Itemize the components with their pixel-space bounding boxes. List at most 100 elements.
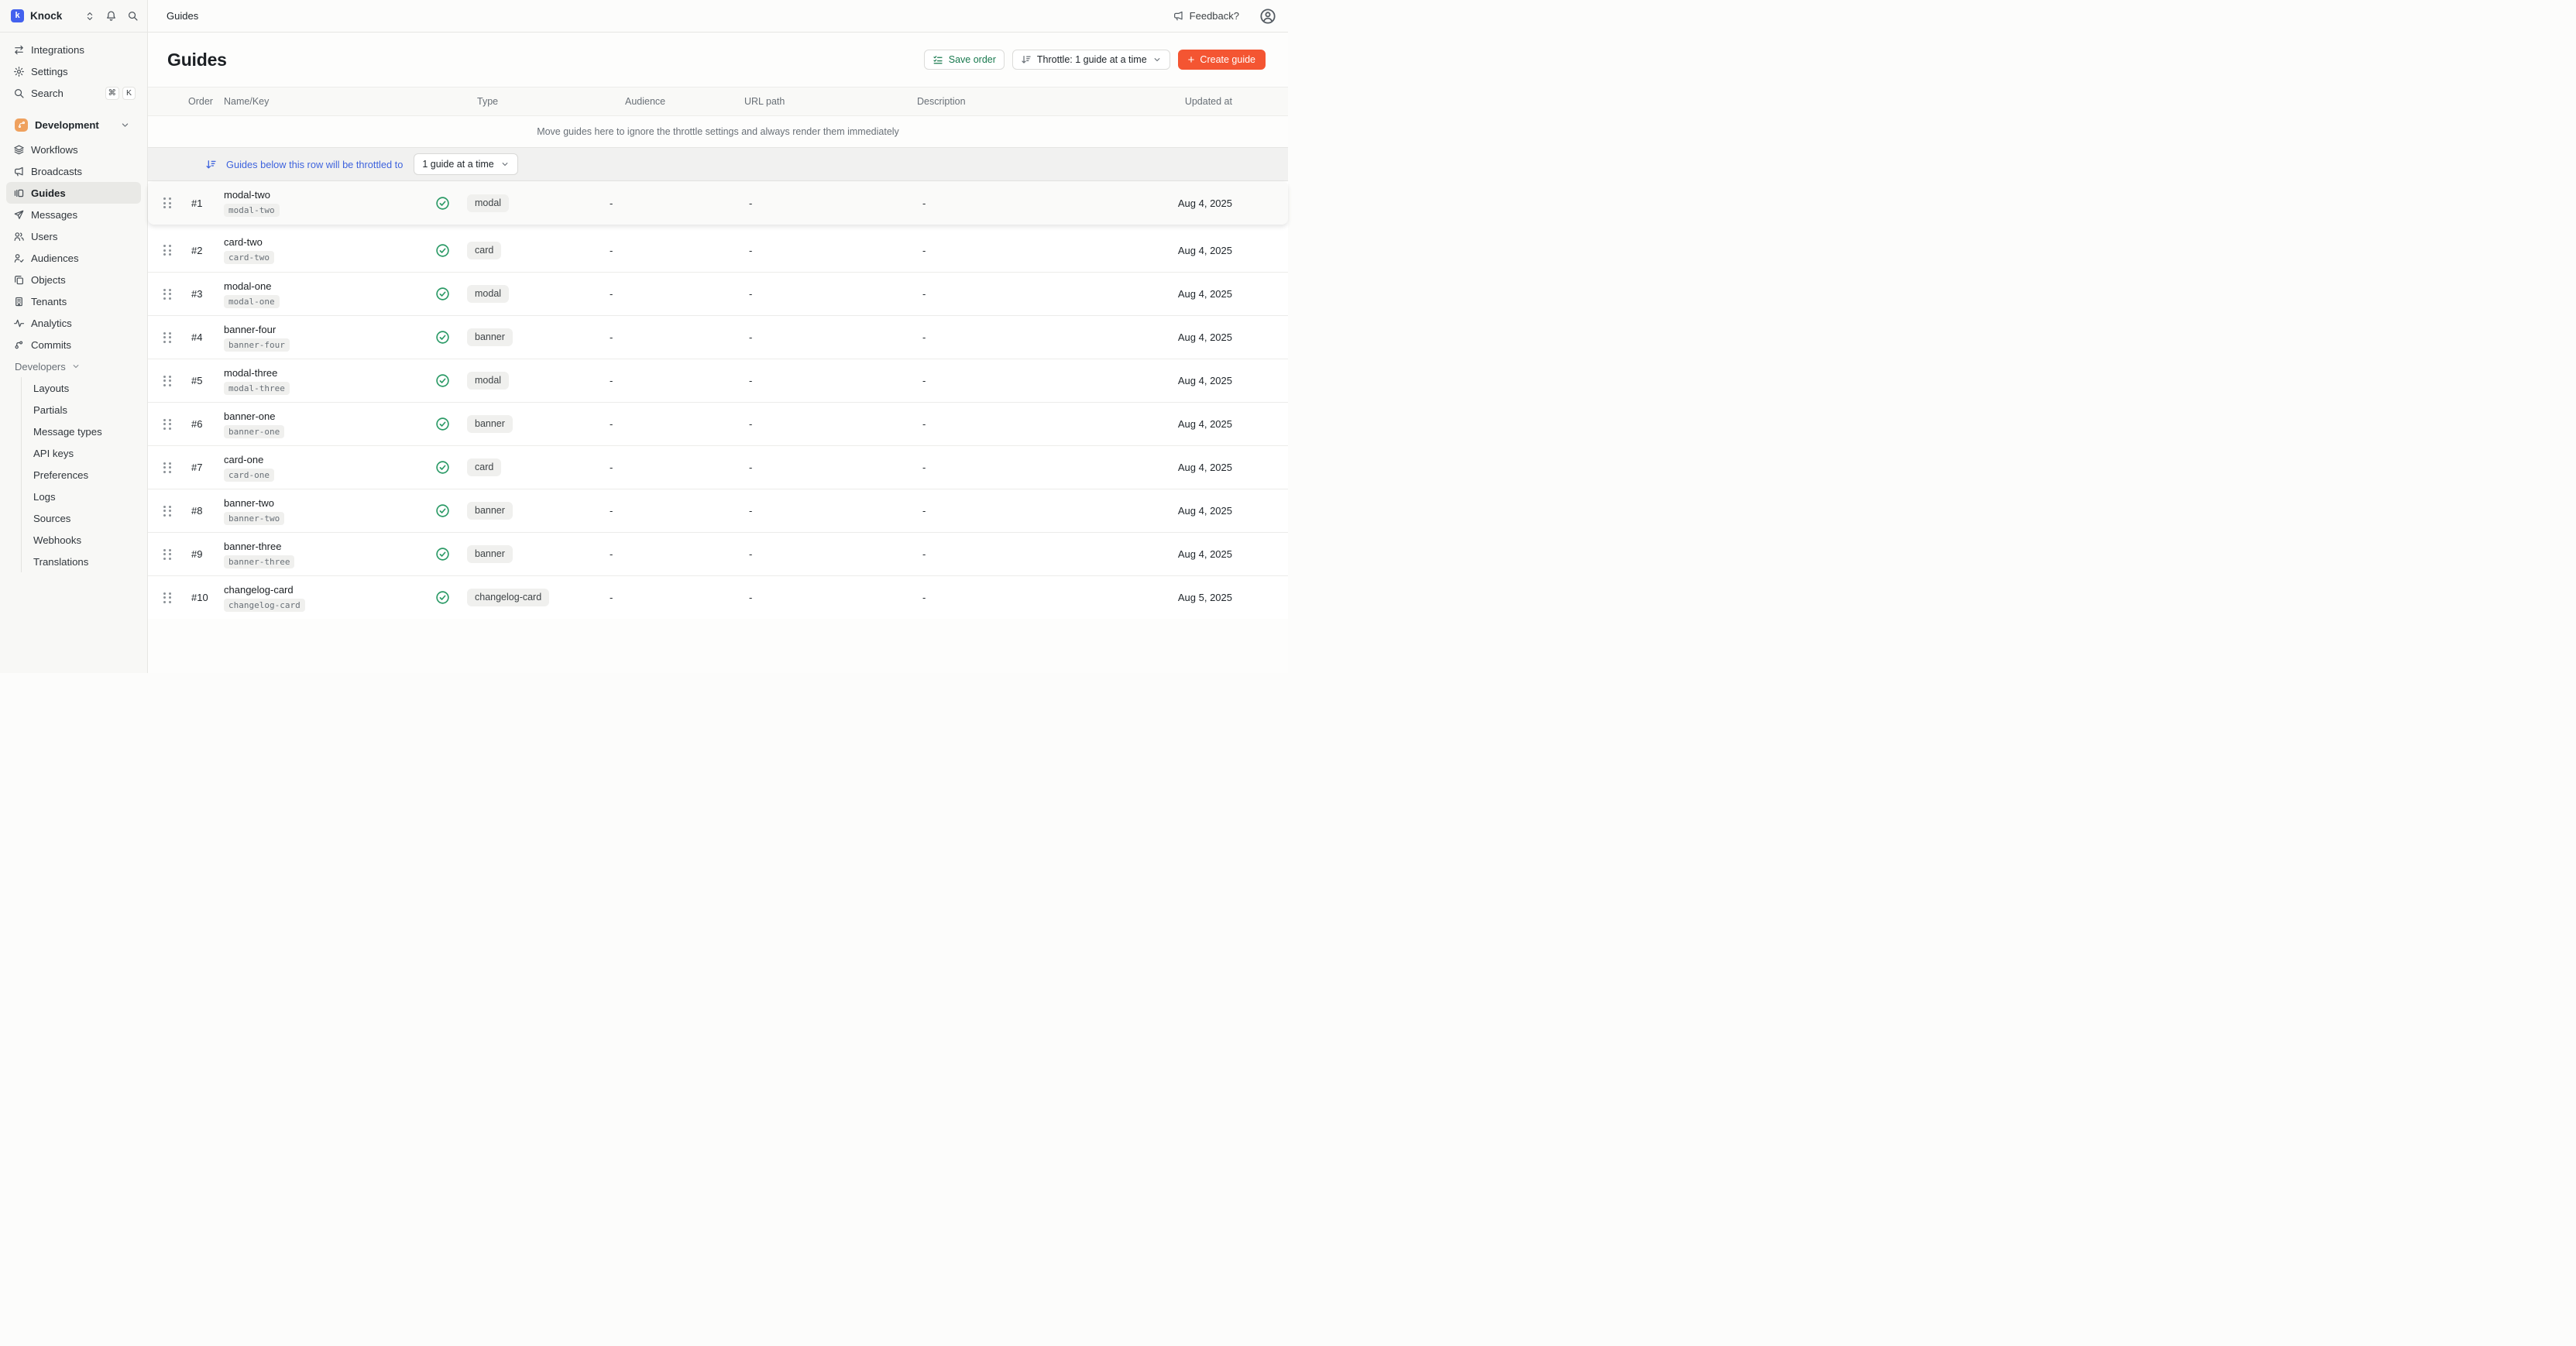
sidebar-item-preferences[interactable]: Preferences (22, 464, 147, 486)
url-path-cell: - (737, 592, 911, 603)
published-status-icon (435, 547, 450, 561)
throttle-dropdown-button[interactable]: Throttle: 1 guide at a time (1012, 50, 1170, 70)
sidebar-item-label: Workflows (31, 144, 78, 156)
table-row-banner-three[interactable]: #9 banner-three banner-three banner - - (148, 532, 1288, 575)
throttle-amount-value: 1 guide at a time (422, 159, 493, 170)
published-status-icon (435, 417, 450, 431)
sidebar-item-label: Messages (31, 209, 77, 221)
chevron-down-icon (71, 362, 81, 371)
sidebar-item-messages[interactable]: Messages (0, 204, 147, 225)
throttle-divider-row: Guides below this row will be throttled … (148, 147, 1288, 181)
audience-cell: - (605, 375, 737, 386)
description-cell: - (911, 375, 1143, 386)
sidebar-item-label: API keys (33, 448, 74, 459)
feedback-button[interactable]: Feedback? (1173, 10, 1239, 22)
commit-icon (13, 339, 25, 351)
drag-handle-icon[interactable] (163, 245, 171, 256)
notifications-bell-icon[interactable] (105, 10, 117, 22)
drag-handle-icon[interactable] (163, 197, 171, 208)
sidebar-item-webhooks[interactable]: Webhooks (22, 529, 147, 551)
updated-at-cell: Aug 4, 2025 (1143, 462, 1248, 473)
sidebar-item-broadcasts[interactable]: Broadcasts (0, 160, 147, 182)
user-avatar-button[interactable] (1259, 8, 1276, 25)
table-row-changelog-card[interactable]: #10 changelog-card changelog-card change… (148, 575, 1288, 619)
sidebar-item-logs[interactable]: Logs (22, 486, 147, 507)
url-path-cell: - (737, 548, 911, 560)
save-order-button[interactable]: Save order (924, 50, 1005, 70)
users-icon (13, 231, 25, 242)
url-path-cell: - (737, 197, 911, 209)
drag-handle-icon[interactable] (163, 549, 171, 560)
sidebar-item-api-keys[interactable]: API keys (22, 442, 147, 464)
table-header-row: Order Name/Key Type Audience URL path De… (148, 87, 1288, 116)
updated-at-cell: Aug 4, 2025 (1143, 505, 1248, 517)
guide-name: banner-two (224, 497, 274, 510)
sidebar-item-workflows[interactable]: Workflows (0, 139, 147, 160)
url-path-cell: - (737, 375, 911, 386)
create-guide-button[interactable]: + Create guide (1178, 50, 1266, 70)
audience-cell: - (605, 331, 737, 343)
sidebar-item-objects[interactable]: Objects (0, 269, 147, 290)
sidebar-item-label: Partials (33, 404, 67, 416)
column-header-audience: Audience (605, 96, 737, 107)
sidebar-section-developers[interactable]: Developers (0, 355, 147, 377)
sidebar-env-nav: Workflows Broadcasts Guides Messages Use… (0, 139, 147, 355)
sidebar-item-settings[interactable]: Settings (0, 60, 147, 82)
guide-key-badge: modal-three (224, 382, 290, 395)
sidebar-item-translations[interactable]: Translations (22, 551, 147, 572)
table-row-banner-four[interactable]: #4 banner-four banner-four banner - - (148, 315, 1288, 359)
sidebar-item-search[interactable]: Search ⌘K (0, 82, 147, 104)
url-path-cell: - (737, 245, 911, 256)
sidebar-item-label: Translations (33, 556, 88, 568)
sidebar-item-guides[interactable]: Guides (6, 182, 141, 204)
sidebar-item-label: Logs (33, 491, 56, 503)
table-row-banner-two[interactable]: #8 banner-two banner-two banner - - (148, 489, 1288, 532)
drag-handle-icon[interactable] (163, 376, 171, 386)
table-row-card-two[interactable]: #2 card-two card-two card - - (148, 228, 1288, 272)
list-check-icon (933, 54, 943, 65)
chevron-down-icon (1152, 55, 1162, 64)
sidebar: k Knock Integrations Settings (0, 0, 148, 673)
throttle-amount-select[interactable]: 1 guide at a time (414, 153, 517, 175)
sort-descending-icon (1021, 54, 1032, 65)
published-status-icon (435, 590, 450, 605)
drag-handle-icon[interactable] (163, 506, 171, 517)
sidebar-item-message-types[interactable]: Message types (22, 421, 147, 442)
building-icon (13, 296, 25, 307)
guide-key-badge: card-one (224, 469, 274, 482)
sidebar-item-sources[interactable]: Sources (22, 507, 147, 529)
drag-handle-icon[interactable] (163, 332, 171, 343)
sidebar-item-tenants[interactable]: Tenants (0, 290, 147, 312)
drag-handle-icon[interactable] (163, 419, 171, 430)
table-row-modal-one[interactable]: #3 modal-one modal-one modal - - (148, 272, 1288, 315)
sidebar-item-audiences[interactable]: Audiences (0, 247, 147, 269)
audience-cell: - (605, 592, 737, 603)
topbar: Guides Feedback? (148, 0, 1288, 33)
user-check-icon (13, 252, 25, 264)
workspace-switcher-icon[interactable] (84, 11, 95, 22)
sidebar-item-label: Search (31, 88, 64, 99)
drag-handle-icon[interactable] (163, 592, 171, 603)
environment-switcher[interactable]: Development (0, 114, 147, 136)
guide-type-badge: changelog-card (467, 589, 549, 606)
sidebar-item-layouts[interactable]: Layouts (22, 377, 147, 399)
updated-at-cell: Aug 4, 2025 (1143, 245, 1248, 256)
unthrottled-dropzone[interactable]: Move guides here to ignore the throttle … (148, 116, 1288, 147)
sidebar-item-analytics[interactable]: Analytics (0, 312, 147, 334)
table-row-card-one[interactable]: #7 card-one card-one card - - (148, 445, 1288, 489)
table-row-modal-three[interactable]: #5 modal-three modal-three modal - - (148, 359, 1288, 402)
sidebar-item-integrations[interactable]: Integrations (0, 39, 147, 60)
dropzone-hint: Move guides here to ignore the throttle … (537, 126, 899, 137)
sidebar-item-partials[interactable]: Partials (22, 399, 147, 421)
workspace-name: Knock (30, 10, 84, 22)
table-row-banner-one[interactable]: #6 banner-one banner-one banner - - (148, 402, 1288, 445)
column-header-order: Order (180, 96, 218, 107)
search-icon[interactable] (127, 10, 139, 22)
sidebar-item-commits[interactable]: Commits (0, 334, 147, 355)
sidebar-item-users[interactable]: Users (0, 225, 147, 247)
throttle-divider-text: Guides below this row will be throttled … (226, 159, 403, 170)
drag-handle-icon[interactable] (163, 289, 171, 300)
table-row-modal-two[interactable]: #1 modal-two modal-two modal - - (148, 181, 1288, 225)
published-status-icon (435, 373, 450, 388)
drag-handle-icon[interactable] (163, 462, 171, 473)
